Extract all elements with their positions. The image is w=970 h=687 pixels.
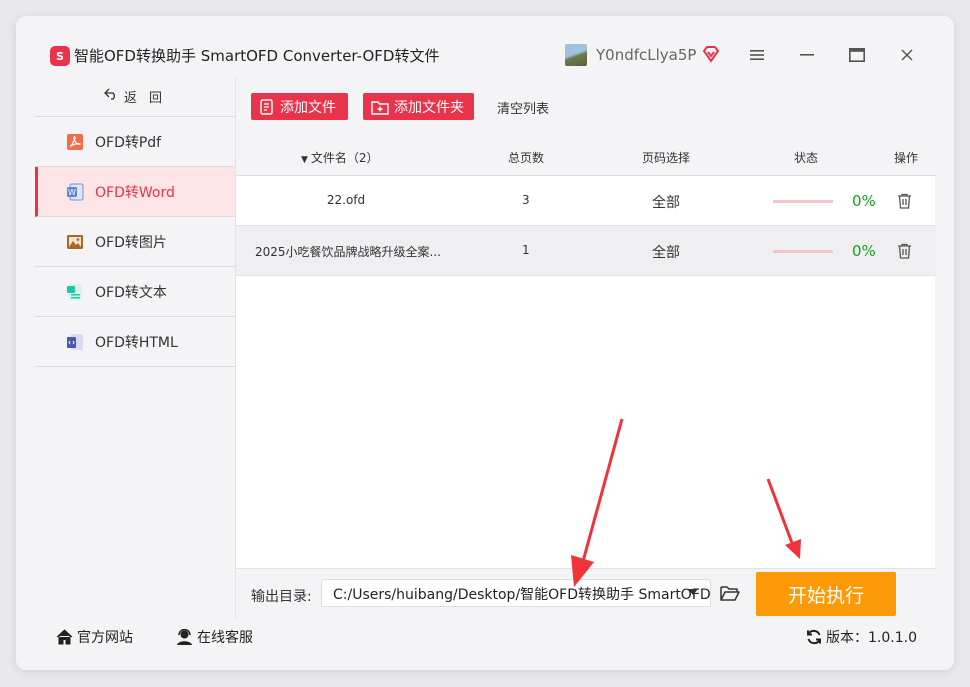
- sidebar-item-ofd-to-image[interactable]: OFD转图片: [35, 217, 235, 267]
- output-dir-select[interactable]: C:/Users/huibang/Desktop/智能OFD转换助手 Smart…: [321, 579, 711, 607]
- sidebar-item-label: OFD转图片: [95, 234, 167, 251]
- output-bar: 输出目录: C:/Users/huibang/Desktop/智能OFD转换助手…: [236, 568, 936, 618]
- add-folder-button[interactable]: 添加文件夹: [363, 93, 474, 120]
- maximize-button[interactable]: [847, 45, 867, 65]
- pdf-icon: [65, 132, 85, 152]
- html-icon: [65, 332, 85, 352]
- column-status: 状态: [794, 151, 819, 165]
- close-icon: [901, 49, 913, 61]
- official-website-link[interactable]: 官方网站: [56, 627, 133, 647]
- output-dir-label: 输出目录:: [251, 589, 312, 605]
- minimize-button[interactable]: [797, 45, 817, 65]
- progress-percent: 0%: [852, 192, 876, 210]
- avatar[interactable]: [565, 44, 587, 66]
- online-support-link[interactable]: 在线客服: [176, 627, 253, 647]
- start-button[interactable]: 开始执行: [756, 572, 896, 616]
- row-page-select[interactable]: 全部: [652, 192, 680, 212]
- title-bar: S 智能OFD转换助手 SmartOFD Converter-OFD转文件 Y0…: [16, 16, 954, 76]
- sidebar-item-label: OFD转文本: [95, 284, 167, 301]
- hamburger-icon: [750, 50, 764, 60]
- back-label: 返 回: [123, 90, 167, 106]
- close-button[interactable]: [897, 45, 917, 65]
- progress-bar: [773, 250, 833, 253]
- open-folder-icon[interactable]: [720, 584, 740, 602]
- toolbar: 添加文件 添加文件夹 清空列表: [236, 76, 936, 136]
- add-file-icon: [259, 98, 275, 115]
- progress-percent: 0%: [852, 242, 876, 260]
- column-action: 操作: [894, 151, 919, 165]
- row-filename: 2025小吃餐饮品牌战略升级全案...: [255, 245, 441, 259]
- add-file-button[interactable]: 添加文件: [251, 93, 348, 120]
- column-pages: 总页数: [508, 151, 545, 165]
- row-pages: 1: [522, 243, 530, 257]
- back-button[interactable]: 返 回: [35, 76, 235, 117]
- maximize-icon: [849, 48, 865, 62]
- add-file-label: 添加文件: [280, 99, 336, 116]
- home-icon: [56, 629, 73, 645]
- sidebar-item-label: OFD转HTML: [95, 334, 178, 351]
- vip-diamond-icon[interactable]: [702, 45, 720, 63]
- clear-list-button[interactable]: 清空列表: [497, 98, 549, 117]
- output-dir-value: C:/Users/huibang/Desktop/智能OFD转换助手 Smart…: [333, 587, 711, 603]
- row-pages: 3: [522, 193, 530, 207]
- sidebar: 返 回 OFD转Pdf W OFD转Word OFD转图片 OFD转文本 OFD…: [35, 76, 235, 618]
- minimize-icon: [800, 54, 814, 56]
- version-info: 版本：1.0.1.0: [806, 627, 917, 647]
- row-page-select[interactable]: 全部: [652, 242, 680, 262]
- sidebar-item-ofd-to-text[interactable]: OFD转文本: [35, 267, 235, 317]
- column-filename[interactable]: ▼ 文件名（2）: [301, 149, 379, 166]
- sidebar-item-ofd-to-pdf[interactable]: OFD转Pdf: [35, 117, 235, 167]
- status-bar: 官方网站 在线客服 版本：1.0.1.0: [35, 618, 935, 652]
- refresh-icon: [806, 629, 822, 645]
- column-page-select: 页码选择: [642, 151, 691, 165]
- menu-button[interactable]: [747, 45, 767, 65]
- progress-bar: [773, 200, 833, 203]
- row-filename: 22.ofd: [326, 193, 366, 207]
- add-folder-label: 添加文件夹: [394, 99, 464, 116]
- trash-icon[interactable]: [897, 243, 912, 259]
- add-folder-icon: [371, 99, 389, 115]
- sort-down-icon: ▼: [301, 155, 308, 165]
- app-logo: S: [50, 46, 70, 66]
- app-window: S 智能OFD转换助手 SmartOFD Converter-OFD转文件 Y0…: [16, 16, 954, 670]
- sidebar-item-label: OFD转Word: [95, 184, 175, 201]
- caret-down-icon: [688, 589, 698, 595]
- image-icon: [65, 232, 85, 252]
- sidebar-item-label: OFD转Pdf: [95, 134, 162, 151]
- text-icon: [65, 282, 85, 302]
- svg-text:W: W: [68, 188, 76, 197]
- app-title: 智能OFD转换助手 SmartOFD Converter-OFD转文件: [74, 47, 440, 65]
- table-row[interactable]: 22.ofd 3 全部 0%: [236, 176, 936, 226]
- main-panel: 添加文件 添加文件夹 清空列表 ▼ 文件名（2） 总页数 页码选择 状态 操作 2…: [235, 76, 936, 618]
- sidebar-item-ofd-to-word[interactable]: W OFD转Word: [35, 167, 235, 217]
- username[interactable]: Y0ndfcLlya5P: [596, 45, 696, 65]
- sidebar-item-ofd-to-html[interactable]: OFD转HTML: [35, 317, 235, 367]
- table-header: ▼ 文件名（2） 总页数 页码选择 状态 操作: [236, 136, 936, 176]
- trash-icon[interactable]: [897, 193, 912, 209]
- table-row[interactable]: 2025小吃餐饮品牌战略升级全案... 1 全部 0%: [236, 226, 936, 276]
- back-arrow-icon: [104, 88, 118, 104]
- headset-icon: [176, 629, 193, 645]
- word-icon: W: [65, 182, 85, 202]
